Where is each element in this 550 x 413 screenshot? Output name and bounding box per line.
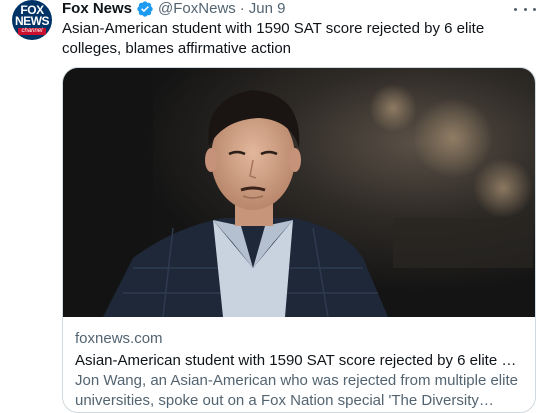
display-name[interactable]: Fox News (62, 0, 132, 18)
tweet-text: Asian-American student with 1590 SAT sco… (62, 20, 485, 57)
separator-dot: · (239, 0, 245, 17)
tweet-date[interactable]: Jun 9 (249, 0, 286, 18)
card-title[interactable]: Asian-American student with 1590 SAT sco… (75, 351, 523, 371)
avatar-logo-channel: channel (18, 28, 46, 35)
card-description: Jon Wang, an Asian-American who was reje… (75, 372, 518, 409)
avatar[interactable]: FOX NEWS channel (12, 0, 52, 40)
handle[interactable]: @FoxNews (158, 0, 236, 18)
tweet-header: Fox News @FoxNews · Jun 9 (62, 0, 285, 18)
card-body: foxnews.com Asian-American student with … (63, 317, 535, 411)
card-domain: foxnews.com (75, 330, 163, 347)
link-card[interactable]: foxnews.com Asian-American student with … (62, 67, 536, 413)
card-image[interactable] (63, 68, 535, 317)
verified-badge-icon (136, 0, 154, 18)
more-options-icon[interactable] (514, 2, 536, 16)
avatar-logo-news: NEWS (15, 14, 50, 28)
tweet[interactable]: FOX NEWS channel Fox News @FoxNews · Jun… (0, 0, 550, 413)
